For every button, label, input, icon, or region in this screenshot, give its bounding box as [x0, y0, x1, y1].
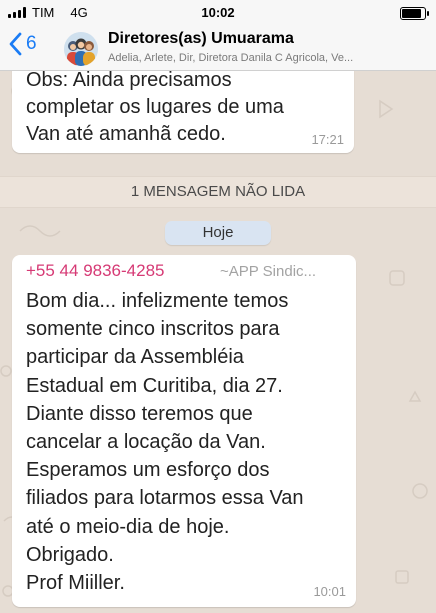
- sender-name: ~APP Sindic...: [220, 263, 317, 280]
- sender-phone[interactable]: +55 44 9836-4285: [26, 261, 165, 281]
- message-list[interactable]: Obs: Ainda precisamos completar os lugar…: [0, 71, 436, 613]
- message-line: Prof Miiller.: [26, 572, 125, 595]
- message-text: Obs: Ainda precisamos completar os lugar…: [26, 71, 284, 148]
- chat-header: 6 Diretores(as) Umuarama Adelia, Arlete,…: [0, 26, 436, 71]
- message-line: Obs: Ainda precisamos: [26, 71, 232, 91]
- date-chip: Hoje: [165, 221, 271, 245]
- back-button[interactable]: 6: [8, 32, 37, 56]
- message-line: Van até amanhã cedo.: [26, 123, 226, 145]
- message-bubble-incoming[interactable]: +55 44 9836-4285 ~APP Sindic... Bom dia.…: [12, 255, 356, 607]
- message-line: Obrigado.: [26, 543, 114, 566]
- message-time: 10:01: [313, 584, 346, 599]
- unread-messages-banner: 1 MENSAGEM NÃO LIDA: [0, 176, 436, 208]
- message-text: Bom dia... infelizmente temos somente ci…: [26, 287, 348, 597]
- battery-icon: [400, 7, 429, 20]
- message-line: somente cinco inscritos para: [26, 318, 280, 341]
- message-time: 17:21: [311, 132, 344, 147]
- clock: 10:02: [201, 5, 235, 20]
- group-avatar[interactable]: [64, 32, 98, 66]
- chat-title[interactable]: Diretores(as) Umuarama: [108, 30, 294, 48]
- message-line: Diante disso teremos que: [26, 402, 253, 425]
- message-line: Estadual em Curitiba, dia 27.: [26, 374, 283, 397]
- status-bar: TIM 4G 10:02: [0, 0, 436, 26]
- message-line: cancelar a locação da Van.: [26, 431, 266, 454]
- participants-list[interactable]: Adelia, Arlete, Dir, Diretora Danila C A…: [108, 52, 430, 64]
- message-line: completar os lugares de uma: [26, 96, 284, 118]
- message-line: participar da Assembléia: [26, 346, 244, 369]
- group-people-icon: [64, 32, 98, 66]
- message-bubble-outgoing-prev[interactable]: Obs: Ainda precisamos completar os lugar…: [12, 71, 354, 153]
- message-line: Bom dia... infelizmente temos: [26, 290, 289, 312]
- unread-chats-count: 6: [26, 33, 37, 54]
- chevron-left-icon: [9, 32, 22, 56]
- message-line: até o meio-dia de hoje.: [26, 515, 230, 538]
- message-line: filiados para lotarmos essa Van: [26, 487, 304, 510]
- message-line: Esperamos um esforço dos: [26, 459, 270, 482]
